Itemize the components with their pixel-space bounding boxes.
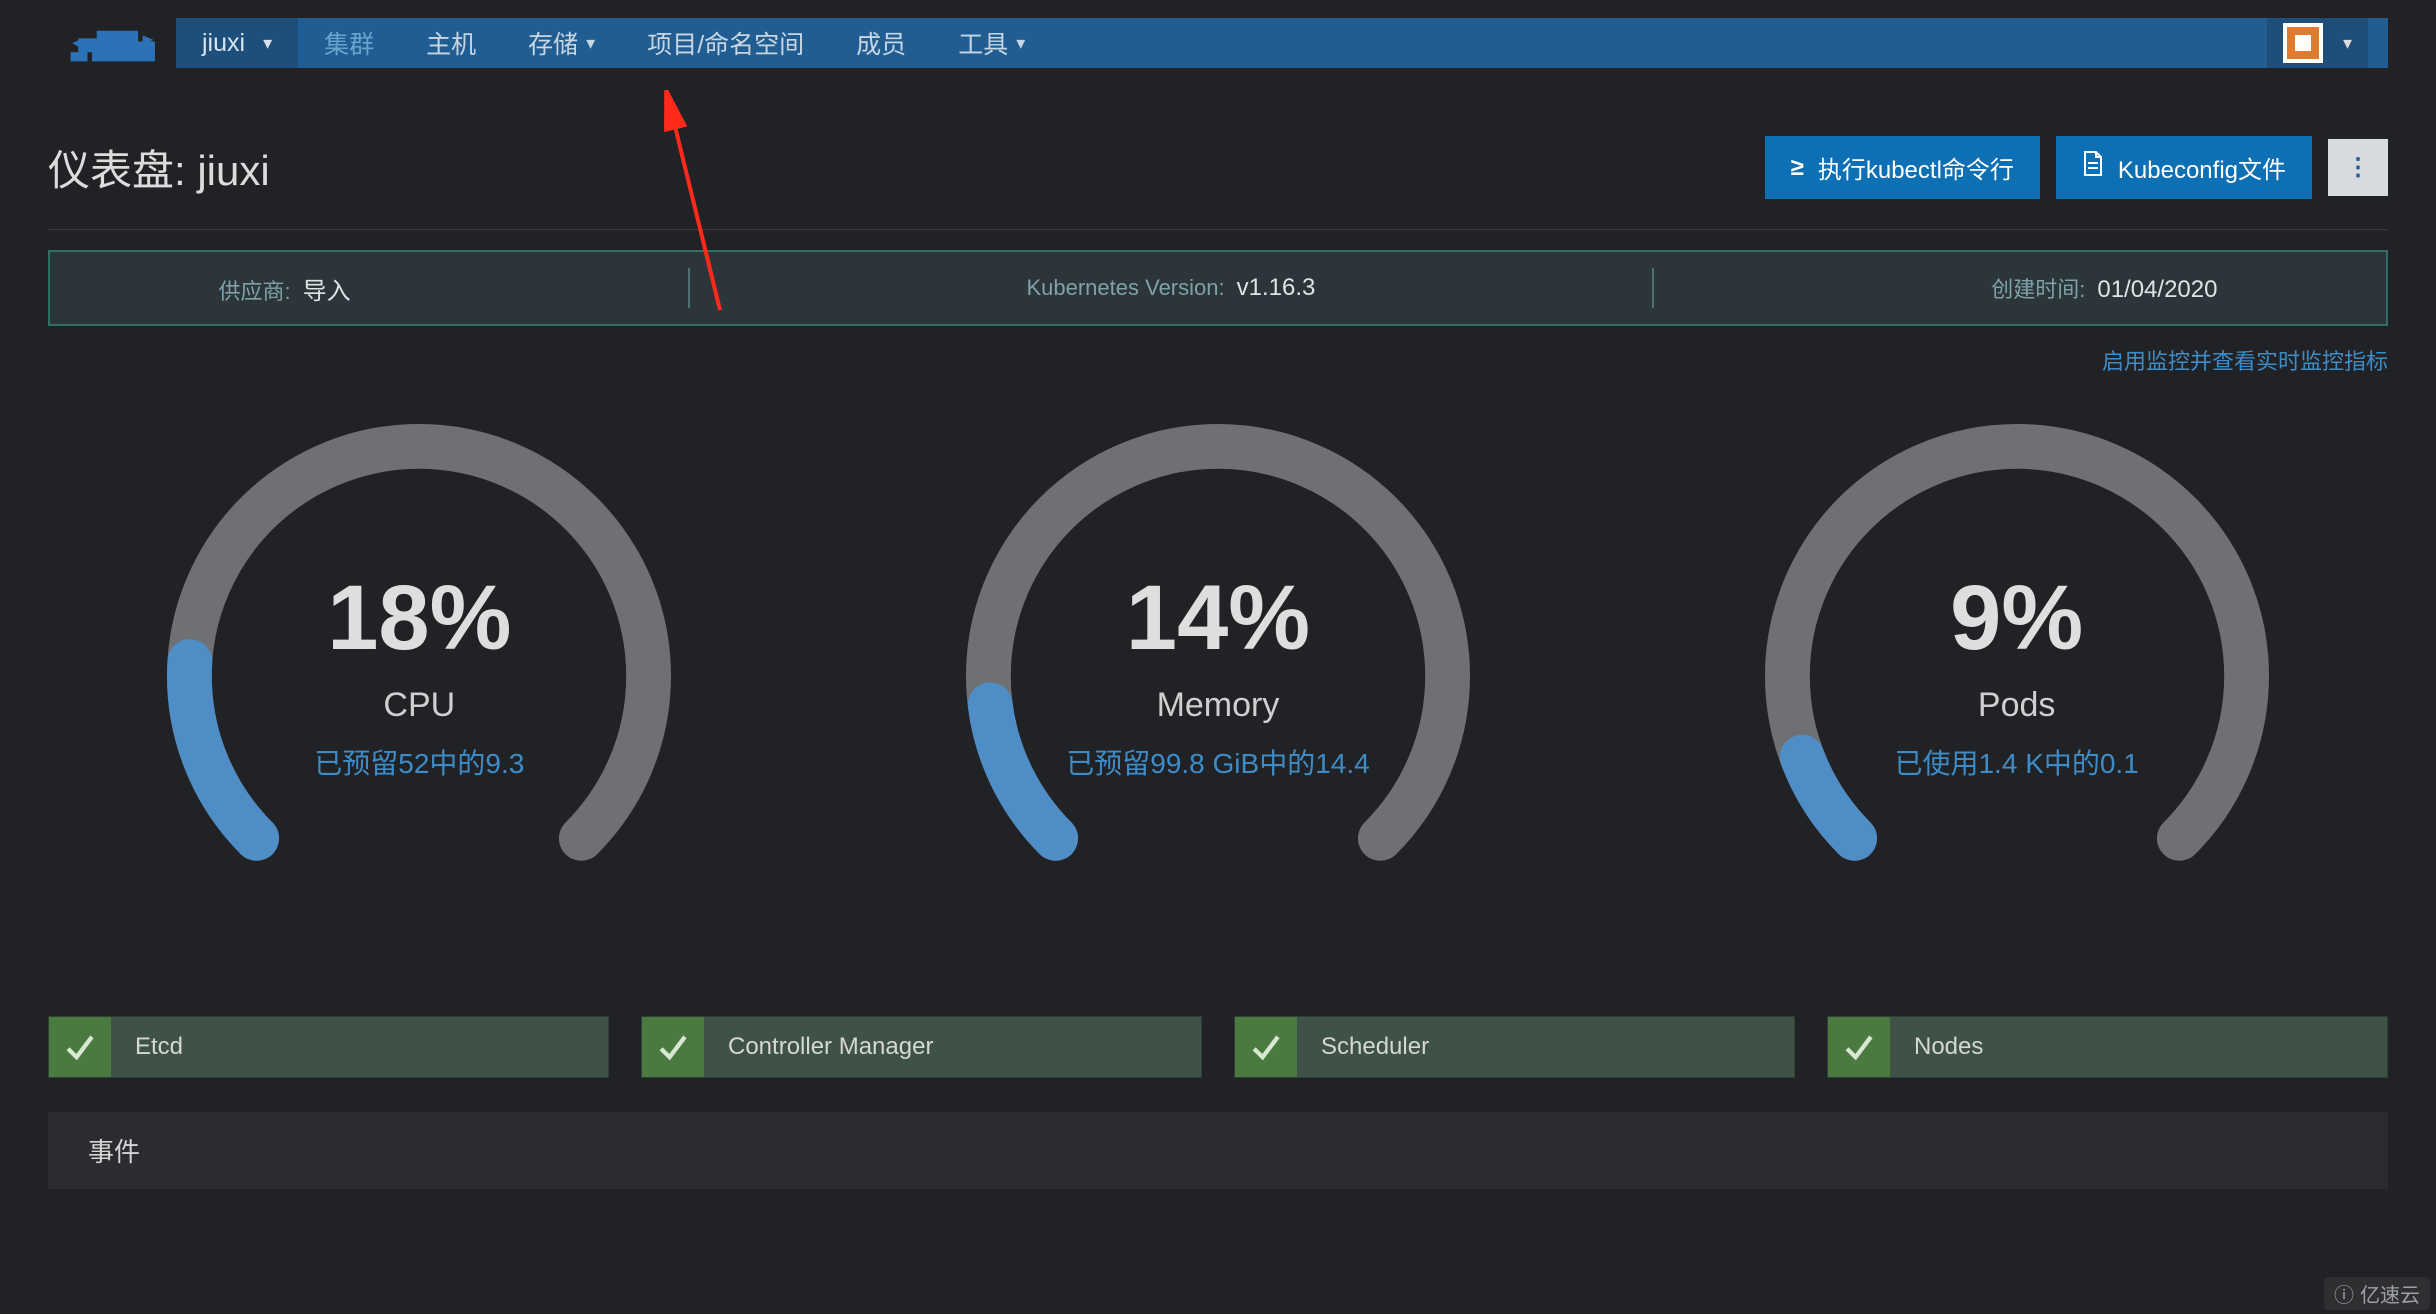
user-menu[interactable]: ▾ — [2267, 18, 2368, 68]
chevron-down-icon: ▾ — [586, 33, 595, 54]
health-nodes[interactable]: Nodes — [1827, 1016, 2388, 1078]
cloud-icon: ⓘ — [2334, 1279, 2354, 1308]
check-icon — [49, 1017, 111, 1077]
health-controller-manager[interactable]: Controller Manager — [641, 1016, 1202, 1078]
avatar — [2283, 23, 2323, 63]
gauge-detail[interactable]: 已使用1.4 K中的0.1 — [1707, 742, 2327, 782]
info-created: 创建时间: 01/04/2020 — [1991, 272, 2217, 304]
launch-kubectl-button[interactable]: ≥ 执行kubectl命令行 — [1765, 136, 2040, 199]
watermark: ⓘ 亿速云 — [2324, 1277, 2430, 1310]
kubeconfig-button[interactable]: Kubeconfig文件 — [2056, 136, 2312, 199]
top-nav: jiuxi ▾ 集群 主机 存储▾ 项目/命名空间 成员 工具▾ ▾ — [176, 18, 2388, 68]
nav-tools[interactable]: 工具▾ — [932, 18, 1051, 68]
cluster-info-strip: 供应商: 导入 Kubernetes Version: v1.16.3 创建时间… — [48, 250, 2388, 326]
gauge-detail[interactable]: 已预留99.8 GiB中的14.4 — [908, 742, 1528, 782]
gauge-label: Memory — [908, 686, 1528, 725]
check-icon — [1828, 1017, 1890, 1077]
rancher-logo[interactable] — [48, 18, 176, 68]
chevron-down-icon: ▾ — [2343, 33, 2352, 54]
gauge-percent: 18% — [109, 566, 729, 671]
gauge-cpu: 18% CPU 已预留52中的9.3 — [109, 396, 729, 956]
divider — [48, 229, 2388, 230]
nav-members[interactable]: 成员 — [830, 18, 932, 68]
health-etcd[interactable]: Etcd — [48, 1016, 609, 1078]
divider — [688, 268, 690, 308]
events-panel-header[interactable]: 事件 — [48, 1112, 2388, 1189]
component-health: Etcd Controller Manager Scheduler Nodes — [48, 1016, 2388, 1078]
nav-cluster[interactable]: 集群 — [298, 18, 400, 68]
gauge-memory: 14% Memory 已预留99.8 GiB中的14.4 — [908, 396, 1528, 956]
enable-monitoring-link[interactable]: 启用监控并查看实时监控指标 — [0, 344, 2388, 376]
health-scheduler[interactable]: Scheduler — [1234, 1016, 1795, 1078]
gauge-label: CPU — [109, 686, 729, 725]
gauge-label: Pods — [1707, 686, 2327, 725]
chevron-down-icon: ▾ — [1016, 33, 1025, 54]
gauge-arc — [1737, 396, 2297, 956]
more-actions-button[interactable]: ⋮ — [2328, 139, 2388, 196]
check-icon — [642, 1017, 704, 1077]
nav-projects-namespaces[interactable]: 项目/命名空间 — [621, 18, 830, 68]
divider — [1652, 268, 1654, 308]
nav-storage[interactable]: 存储▾ — [502, 18, 621, 68]
gauge-pods: 9% Pods 已使用1.4 K中的0.1 — [1707, 396, 2327, 956]
cluster-name: jiuxi — [202, 29, 245, 58]
terminal-icon: ≥ — [1791, 154, 1804, 182]
file-icon — [2082, 151, 2104, 184]
gauge-arc — [139, 396, 699, 956]
gauge-percent: 14% — [908, 566, 1528, 671]
chevron-down-icon: ▾ — [263, 33, 272, 54]
info-k8s-version: Kubernetes Version: v1.16.3 — [1026, 274, 1315, 302]
gauge-arc — [938, 396, 1498, 956]
resource-gauges: 18% CPU 已预留52中的9.3 14% Memory 已预留99.8 Gi… — [20, 396, 2416, 956]
gauge-detail[interactable]: 已预留52中的9.3 — [109, 742, 729, 782]
kebab-icon: ⋮ — [2346, 153, 2370, 182]
info-provider: 供应商: 导入 — [218, 271, 350, 306]
nav-hosts[interactable]: 主机 — [400, 18, 502, 68]
check-icon — [1235, 1017, 1297, 1077]
cluster-selector[interactable]: jiuxi ▾ — [176, 18, 298, 68]
page-title: 仪表盘: jiuxi — [48, 137, 270, 198]
gauge-percent: 9% — [1707, 566, 2327, 671]
